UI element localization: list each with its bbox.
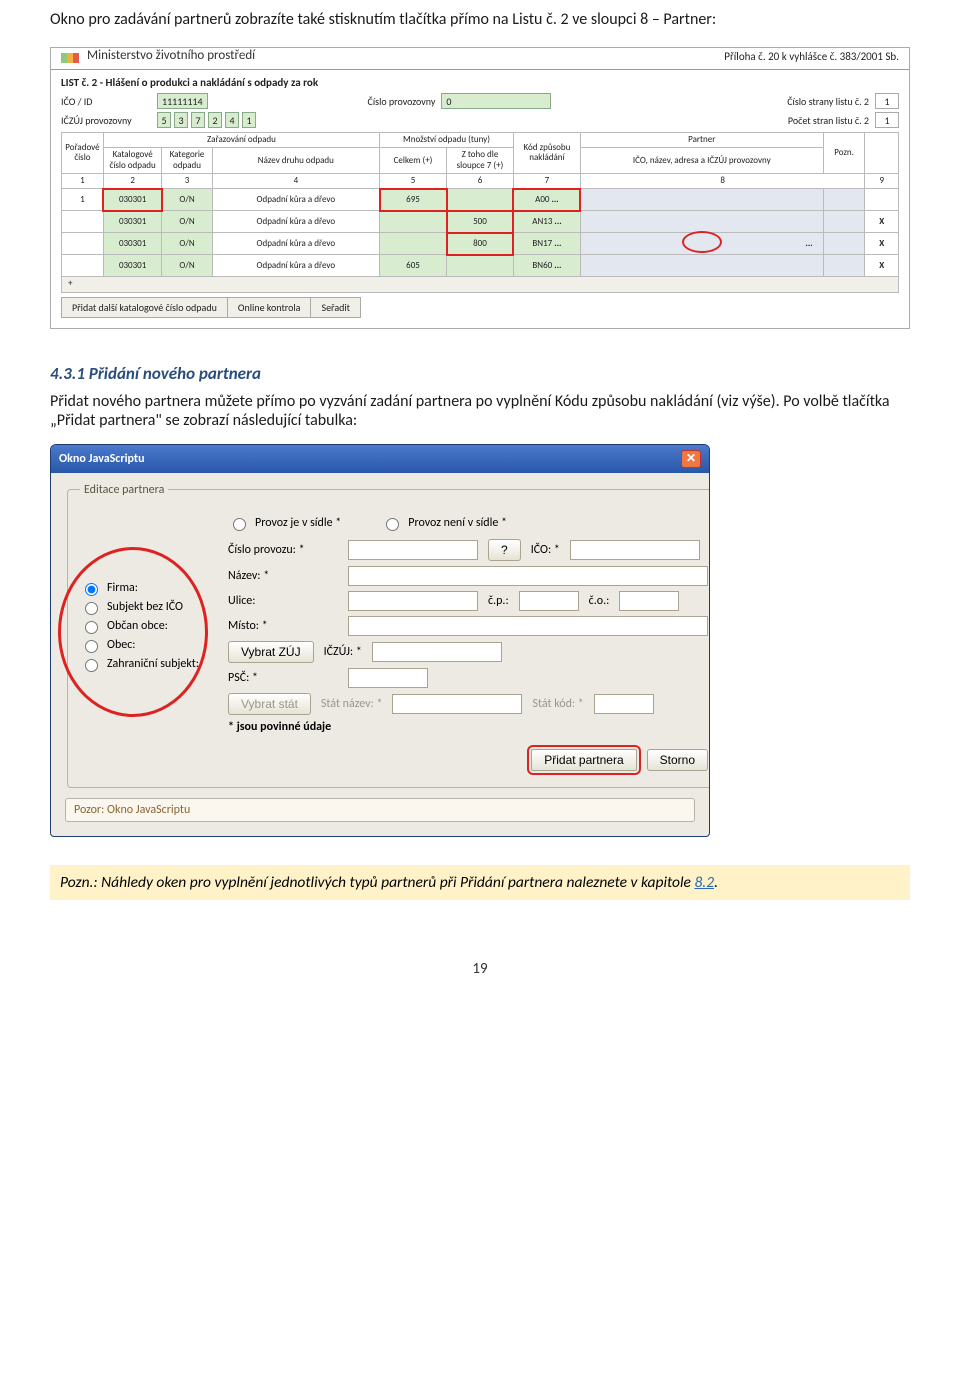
help-button[interactable]: ? bbox=[488, 539, 521, 561]
lbl-co: č.o.: bbox=[589, 594, 610, 608]
input-co[interactable] bbox=[619, 591, 679, 611]
dialog-title: Okno JavaScriptu bbox=[59, 452, 145, 466]
th-partner-sub: IČO, název, adresa a IČZÚJ provozovny bbox=[580, 148, 823, 174]
note-link[interactable]: 8.2 bbox=[694, 873, 714, 892]
strana-value: 1 bbox=[875, 93, 899, 109]
th-porad: Pořadové číslo bbox=[62, 133, 104, 174]
th-ztoh: Z toho dle sloupce 7 (+) bbox=[447, 148, 514, 174]
th-blank bbox=[865, 133, 899, 174]
intro-text: Okno pro zadávání partnerů zobrazíte tak… bbox=[50, 10, 910, 29]
table-row: 1030301O/NOdpadní kůra a dřevo695A00 ... bbox=[62, 189, 899, 211]
lbl-nazev: Název: * bbox=[228, 569, 338, 583]
warning-bar: Pozor: Okno JavaScriptu bbox=[65, 798, 695, 822]
radio-partner-type[interactable]: Zahraniční subjekt: bbox=[80, 656, 220, 672]
input-ico[interactable] bbox=[570, 540, 700, 560]
strana-label: Číslo strany listu č. 2 bbox=[787, 95, 869, 108]
th-kod: Kód způsobu nakládání bbox=[513, 133, 580, 174]
radio-provoz-neni[interactable]: Provoz není v sídle * bbox=[381, 515, 507, 531]
th-katalog: Katalogové číslo odpadu bbox=[103, 148, 162, 174]
note-text: Pozn.: Náhledy oken pro vyplnění jednotl… bbox=[60, 873, 694, 892]
iczuj-digits[interactable]: 537241 bbox=[157, 112, 256, 128]
radio-partner-type[interactable]: Firma: bbox=[80, 580, 220, 596]
input-ulデータ: ulice[interactable] bbox=[348, 591, 478, 611]
input-stat-kod bbox=[594, 694, 654, 714]
input-cislo-provozu[interactable] bbox=[348, 540, 478, 560]
th-zaraz: Zařazování odpadu bbox=[103, 133, 379, 148]
lbl-stat-kod: Stát kód: * bbox=[532, 697, 583, 711]
section-paragraph: Přidat nového partnera můžete přímo po v… bbox=[50, 392, 910, 430]
iczuj-label: IČZÚJ provozovny bbox=[61, 114, 151, 127]
lbl-ico: IČO: * bbox=[531, 543, 560, 557]
radio-partner-type[interactable]: Subjekt bez IČO bbox=[80, 599, 220, 615]
lbl-iczuj: IČZÚJ: * bbox=[324, 645, 362, 659]
brand-text: Ministerstvo životního prostředí bbox=[87, 48, 255, 63]
page-number: 19 bbox=[50, 960, 910, 978]
lbl-ulice: Ulice: bbox=[228, 594, 338, 608]
th-nazev: Název druhu odpadu bbox=[212, 148, 379, 174]
radio-partner-type[interactable]: Občan obce: bbox=[80, 618, 220, 634]
input-stat-nazev bbox=[392, 694, 522, 714]
mandatory-note: * jsou povinné údaje bbox=[228, 720, 331, 734]
pocet-label: Počet stran listu č. 2 bbox=[788, 114, 869, 127]
btn-pridat-partnera[interactable]: Přidat partnera bbox=[531, 749, 636, 771]
input-cp[interactable] bbox=[519, 591, 579, 611]
add-row-button[interactable]: + bbox=[68, 278, 72, 289]
input-misto[interactable] bbox=[348, 616, 708, 636]
logo-flag-icon bbox=[61, 53, 79, 63]
radio-partner-type[interactable]: Obec: bbox=[80, 637, 220, 653]
radio-provoz-sidle[interactable]: Provoz je v sídle * bbox=[228, 515, 341, 531]
btn-add-catalog[interactable]: Přidat další katalogové číslo odpadu bbox=[61, 297, 227, 318]
th-mnoz: Množství odpadu (tuny) bbox=[380, 133, 514, 148]
pocet-value: 1 bbox=[875, 112, 899, 128]
waste-table: Pořadové číslo Zařazování odpadu Množstv… bbox=[61, 132, 899, 293]
lbl-misto: Místo: * bbox=[228, 619, 338, 633]
input-iczuj[interactable] bbox=[372, 642, 502, 662]
btn-online-check[interactable]: Online kontrola bbox=[227, 297, 311, 318]
btn-sort[interactable]: Seřadit bbox=[310, 297, 361, 318]
lbl-stat-nazev: Stát název: * bbox=[321, 697, 383, 711]
lbl-psc: PSČ: * bbox=[228, 671, 338, 685]
th-celk: Celkem (+) bbox=[380, 148, 447, 174]
list-title: LIST č. 2 - Hlášení o produkci a nakládá… bbox=[61, 76, 899, 89]
table-row: 030301O/NOdpadní kůra a dřevo500AN13 ...… bbox=[62, 211, 899, 233]
input-nazev[interactable] bbox=[348, 566, 708, 586]
btn-storno[interactable]: Storno bbox=[647, 749, 708, 771]
lbl-cislo-provozu: Číslo provozu: * bbox=[228, 543, 338, 557]
provoz-value[interactable]: 0 bbox=[441, 93, 551, 109]
attachment-label: Příloha č. 20 k vyhlášce č. 383/2001 Sb. bbox=[724, 50, 899, 63]
screenshot-list2: Ministerstvo životního prostředí Příloha… bbox=[50, 47, 910, 329]
partner-select-button[interactable]: ... bbox=[805, 238, 812, 249]
btn-vybrat-stat: Vybrat stát bbox=[228, 693, 311, 715]
ico-label: IČO / ID bbox=[61, 95, 151, 108]
screenshot-dialog: Okno JavaScriptu ✕ Editace partnera Firm… bbox=[50, 444, 710, 837]
fieldset-legend: Editace partnera bbox=[80, 483, 168, 497]
close-icon[interactable]: ✕ bbox=[681, 450, 701, 468]
provoz-label: Číslo provozovny bbox=[368, 95, 436, 108]
btn-vybrat-zuj[interactable]: Vybrat ZÚJ bbox=[228, 641, 314, 663]
th-pozn: Pozn. bbox=[823, 133, 865, 174]
ico-value[interactable]: 11111114 bbox=[157, 93, 208, 109]
table-row: 030301O/NOdpadní kůra a dřevo800BN17 ...… bbox=[62, 233, 899, 255]
section-heading: 4.3.1 Přidání nového partnera bbox=[50, 363, 910, 384]
note-box: Pozn.: Náhledy oken pro vyplnění jednotl… bbox=[50, 865, 910, 900]
th-partner: Partner bbox=[580, 133, 823, 148]
table-row: 030301O/NOdpadní kůra a dřevo605BN60 ...… bbox=[62, 255, 899, 277]
input-psc[interactable] bbox=[348, 668, 428, 688]
lbl-cp: č.p.: bbox=[488, 594, 509, 608]
th-kateg: Kategorie odpadu bbox=[162, 148, 212, 174]
